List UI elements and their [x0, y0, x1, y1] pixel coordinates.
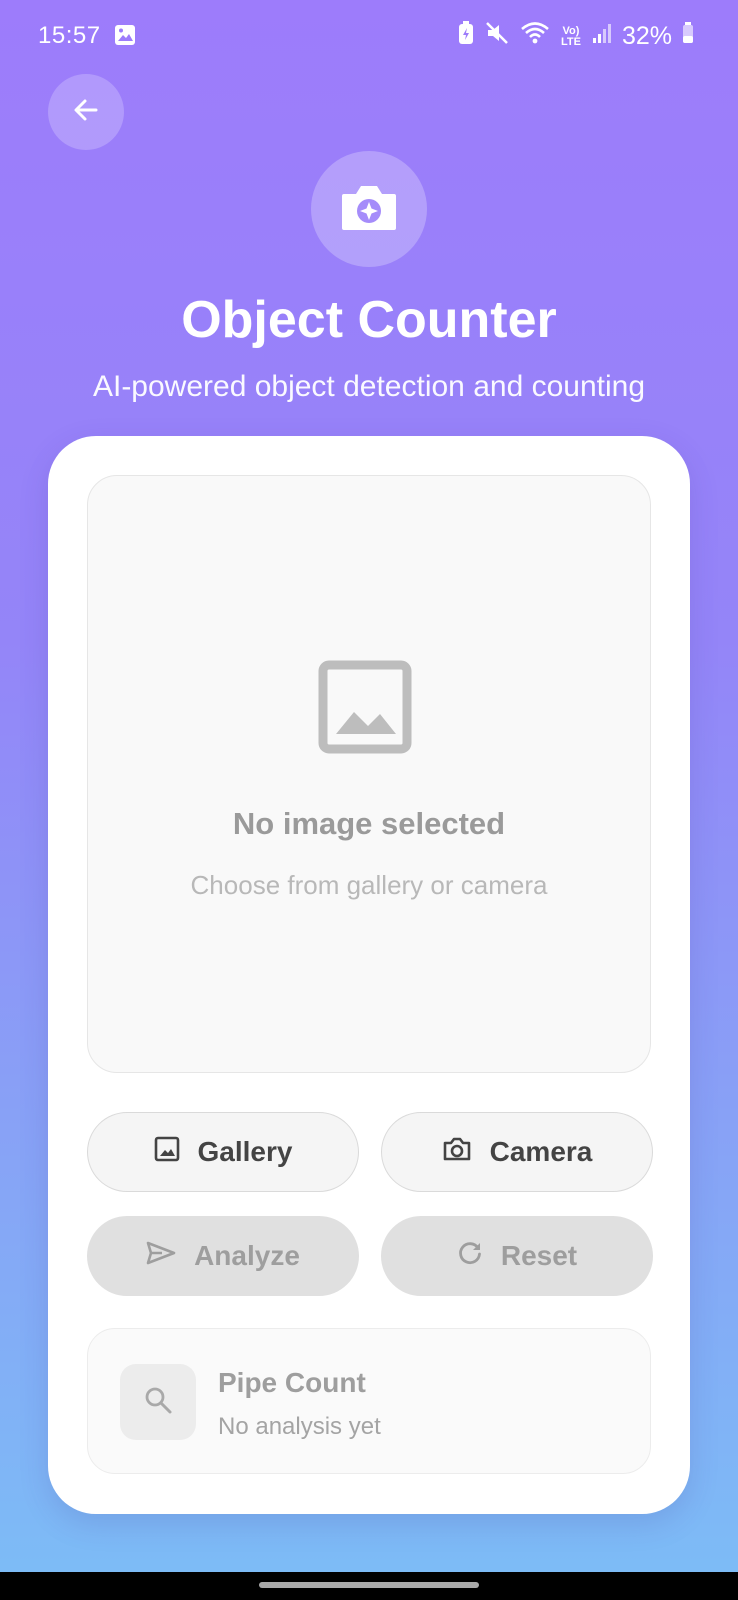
mute-icon [484, 20, 510, 53]
no-image-hint: Choose from gallery or camera [190, 870, 548, 900]
gallery-button-label: Gallery [197, 1136, 293, 1167]
analyze-button[interactable]: Analyze [87, 1216, 359, 1296]
back-button[interactable] [48, 74, 124, 150]
arrow-left-icon [71, 95, 101, 130]
gallery-icon [154, 1136, 180, 1169]
result-status: No analysis yet [218, 1413, 381, 1440]
no-image-title: No image selected [232, 806, 506, 841]
image-placeholder-icon [318, 660, 412, 759]
refresh-icon [457, 1240, 483, 1273]
volte-label: Vo) LTE [560, 24, 581, 48]
camera-button-label: Camera [489, 1136, 593, 1167]
gallery-button[interactable]: Gallery [87, 1112, 359, 1192]
status-icons: Vo) LTE 32% [458, 20, 694, 53]
result-icon-badge [120, 1364, 196, 1440]
analyze-button-label: Analyze [194, 1240, 300, 1271]
battery-saver-icon [458, 21, 474, 52]
home-gesture-handle[interactable] [259, 1582, 479, 1588]
page-subtitle: AI-powered object detection and counting [92, 370, 646, 403]
camera-button[interactable]: Camera [381, 1112, 653, 1192]
image-notification-icon [114, 24, 136, 53]
signal-icon [592, 22, 612, 51]
battery-icon [682, 22, 694, 51]
result-panel: Pipe Count No analysis yet [87, 1328, 651, 1474]
main-card: No image selected Choose from gallery or… [48, 436, 690, 1514]
status-bar: 15:57 Vo) LTE 32% [0, 0, 738, 72]
result-title: Pipe Count [218, 1367, 366, 1398]
hero-icon-badge [311, 151, 427, 267]
image-preview-area[interactable]: No image selected Choose from gallery or… [87, 475, 651, 1073]
send-icon [146, 1240, 176, 1273]
search-icon [143, 1385, 173, 1420]
battery-percentage: 32% [621, 22, 672, 50]
reset-button-label: Reset [500, 1240, 578, 1271]
camera-icon [442, 1136, 472, 1169]
status-time: 15:57 [38, 22, 101, 49]
camera-sparkle-icon [340, 182, 398, 237]
page-title: Object Counter [181, 291, 557, 349]
reset-button[interactable]: Reset [381, 1216, 653, 1296]
wifi-icon [520, 20, 550, 53]
